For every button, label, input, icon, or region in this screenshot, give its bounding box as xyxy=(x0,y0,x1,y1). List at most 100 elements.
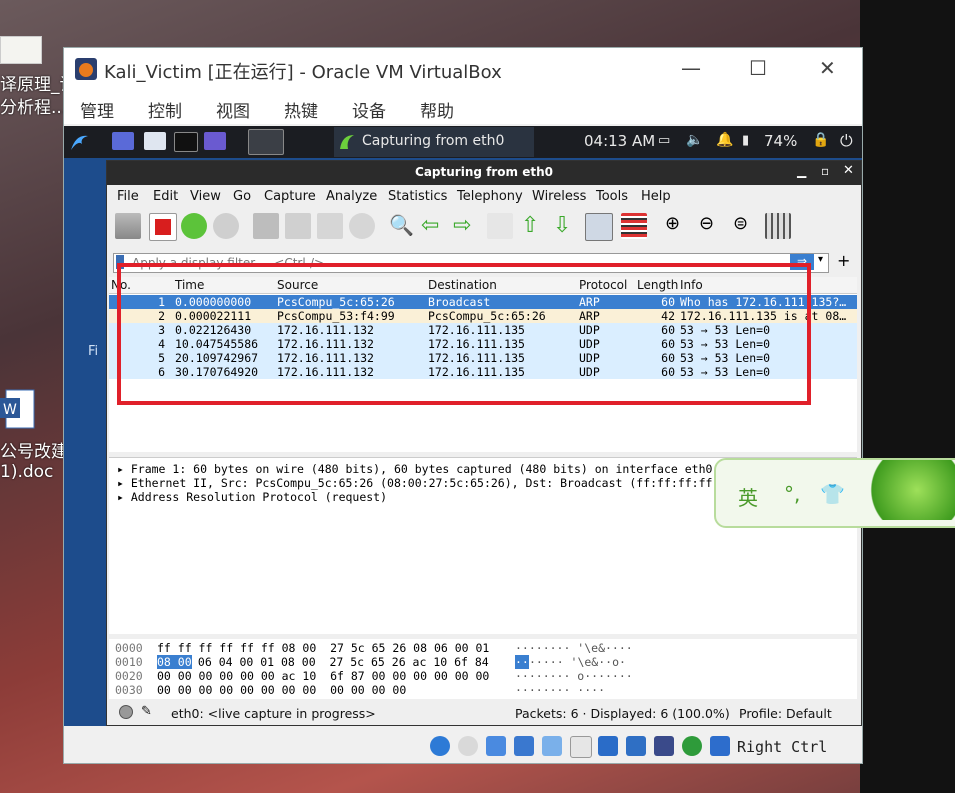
wireshark-title-bar[interactable]: Capturing from eth0 ▁ ▫ ✕ xyxy=(107,161,861,185)
capture-status-icon[interactable] xyxy=(119,705,133,719)
minimize-button[interactable]: — xyxy=(681,56,701,80)
display-icon[interactable] xyxy=(598,736,618,756)
go-forward-icon[interactable]: ⇨ xyxy=(453,213,479,239)
ws-maximize-button[interactable]: ▫ xyxy=(821,164,829,178)
menu-statistics[interactable]: Statistics xyxy=(388,189,447,204)
autoscroll-icon[interactable] xyxy=(585,213,613,241)
menu-help[interactable]: Help xyxy=(641,189,671,204)
audio-icon[interactable] xyxy=(486,736,506,756)
open-file-icon[interactable] xyxy=(253,213,279,239)
detail-arp[interactable]: ▸ Address Resolution Protocol (request) xyxy=(117,490,387,504)
close-file-icon[interactable] xyxy=(317,213,343,239)
file-manager-icon[interactable] xyxy=(144,132,166,150)
go-back-icon[interactable]: ⇦ xyxy=(421,213,447,239)
menu-control[interactable]: 控制 xyxy=(148,97,182,122)
ime-leaf-icon xyxy=(860,460,955,520)
save-file-icon[interactable] xyxy=(285,213,311,239)
bytes-hex[interactable]: 00 00 00 00 00 00 ac 10 6f 87 00 00 00 0… xyxy=(157,669,489,683)
lock-icon[interactable]: 🔒 xyxy=(812,132,829,148)
menu-devices[interactable]: 设备 xyxy=(352,97,386,122)
zoom-in-icon[interactable]: ⊕ xyxy=(665,213,691,239)
expand-icon[interactable]: ▸ xyxy=(117,476,131,490)
battery-icon[interactable]: ▮ xyxy=(742,133,749,148)
bytes-ascii[interactable]: ········ '\e&···· xyxy=(515,641,633,655)
taskbar-wireshark-button[interactable]: Capturing from eth0 xyxy=(334,127,534,157)
menu-view[interactable]: 视图 xyxy=(216,97,250,122)
menu-analyze[interactable]: Analyze xyxy=(326,189,377,204)
bytes-hex[interactable]: ff ff ff ff ff ff 08 00 27 5c 65 26 08 0… xyxy=(157,641,489,655)
desktop-icon-label[interactable]: 分析程... xyxy=(0,93,67,118)
expand-icon[interactable]: ▸ xyxy=(117,462,131,476)
word-document-icon[interactable]: W xyxy=(0,388,36,430)
close-button[interactable]: ✕ xyxy=(819,56,836,80)
first-packet-icon[interactable]: ⇧ xyxy=(521,213,547,239)
status-profile[interactable]: Profile: Default xyxy=(739,706,832,721)
vbox-title-bar[interactable]: Kali_Victim [正在运行] - Oracle VM VirtualBo… xyxy=(64,48,862,90)
wireshark-launcher-icon[interactable] xyxy=(248,129,284,155)
bytes-ascii[interactable]: ········ ···· xyxy=(515,683,605,697)
desktop-icon-label[interactable]: 1).doc xyxy=(0,462,53,482)
bytes-hex-selected[interactable]: 08 00 xyxy=(157,655,192,669)
menu-go[interactable]: Go xyxy=(233,189,251,204)
menu-telephony[interactable]: Telephony xyxy=(457,189,523,204)
keyboard-capture-icon[interactable] xyxy=(710,736,730,756)
go-to-packet-icon[interactable] xyxy=(487,213,513,239)
usb-icon[interactable] xyxy=(542,736,562,756)
mouse-integration-icon[interactable] xyxy=(682,736,702,756)
optical-drive-icon[interactable] xyxy=(430,736,450,756)
terminal-icon[interactable] xyxy=(174,132,198,152)
bytes-hex[interactable]: 06 04 00 01 08 00 27 5c 65 26 ac 10 6f 8… xyxy=(191,655,489,669)
ime-skin-icon[interactable]: 👕 xyxy=(820,482,845,506)
shared-folder-icon[interactable] xyxy=(570,736,592,758)
bytes-ascii[interactable]: ········ o······· xyxy=(515,669,633,683)
notification-bell-icon[interactable]: 🔔 xyxy=(716,132,733,148)
zoom-reset-icon[interactable]: ⊜ xyxy=(733,213,759,239)
kali-menu-icon[interactable] xyxy=(68,130,90,154)
filter-dropdown-icon[interactable]: ▾ xyxy=(818,254,823,265)
ime-language-label[interactable]: 英 xyxy=(738,482,758,511)
screen-record-icon[interactable] xyxy=(204,132,226,150)
menu-wireless[interactable]: Wireless xyxy=(532,189,586,204)
desktop-icon-label[interactable]: 公号改建 xyxy=(0,437,68,462)
clock[interactable]: 04:13 AM xyxy=(584,132,655,150)
capture-options-icon[interactable] xyxy=(213,213,239,239)
add-filter-button[interactable]: + xyxy=(837,251,850,270)
menu-capture[interactable]: Capture xyxy=(264,189,316,204)
maximize-button[interactable]: ☐ xyxy=(749,56,767,80)
detail-ethernet[interactable]: ▸ Ethernet II, Src: PcsCompu_5c:65:26 (0… xyxy=(117,476,761,490)
find-packet-icon[interactable]: 🔍 xyxy=(389,213,415,239)
expand-icon[interactable]: ▸ xyxy=(117,490,131,504)
bytes-ascii[interactable]: ····· '\e&··o· xyxy=(529,655,626,669)
menu-file[interactable]: File xyxy=(117,189,139,204)
reload-icon[interactable] xyxy=(349,213,375,239)
bytes-hex[interactable]: 00 00 00 00 00 00 00 00 00 00 00 00 xyxy=(157,683,406,697)
cd-icon[interactable] xyxy=(458,736,478,756)
detail-frame[interactable]: ▸ Frame 1: 60 bytes on wire (480 bits), … xyxy=(117,462,754,476)
vt-x-icon[interactable] xyxy=(654,736,674,756)
zoom-out-icon[interactable]: ⊖ xyxy=(699,213,725,239)
video-capture-icon[interactable] xyxy=(626,736,646,756)
ws-close-button[interactable]: ✕ xyxy=(843,163,854,178)
menu-view[interactable]: View xyxy=(190,189,221,204)
edit-comment-icon[interactable]: ✎ xyxy=(141,704,152,719)
network-icon[interactable] xyxy=(514,736,534,756)
volume-icon[interactable]: 🔈 xyxy=(686,132,703,148)
menu-help[interactable]: 帮助 xyxy=(420,97,454,122)
menu-edit[interactable]: Edit xyxy=(153,189,178,204)
restart-capture-icon[interactable] xyxy=(181,213,207,239)
resize-columns-icon[interactable] xyxy=(765,213,791,239)
stop-capture-icon[interactable] xyxy=(149,213,177,241)
ime-punct-label[interactable]: °, xyxy=(784,482,800,506)
ws-minimize-button[interactable]: ▁ xyxy=(797,164,806,178)
bytes-ascii-selected[interactable]: ·· xyxy=(515,655,529,669)
start-capture-icon[interactable] xyxy=(115,213,141,239)
colorize-icon[interactable] xyxy=(621,213,647,239)
menu-manage[interactable]: 管理 xyxy=(80,97,114,122)
workspace-icon[interactable] xyxy=(112,132,134,150)
power-icon[interactable]: ⏻ xyxy=(840,131,853,151)
menu-hotkey[interactable]: 热键 xyxy=(284,97,318,122)
last-packet-icon[interactable]: ⇩ xyxy=(553,213,579,239)
display-icon[interactable]: ▭ xyxy=(658,133,670,148)
menu-tools[interactable]: Tools xyxy=(596,189,628,204)
desktop-thumbnail-icon[interactable] xyxy=(0,36,42,64)
